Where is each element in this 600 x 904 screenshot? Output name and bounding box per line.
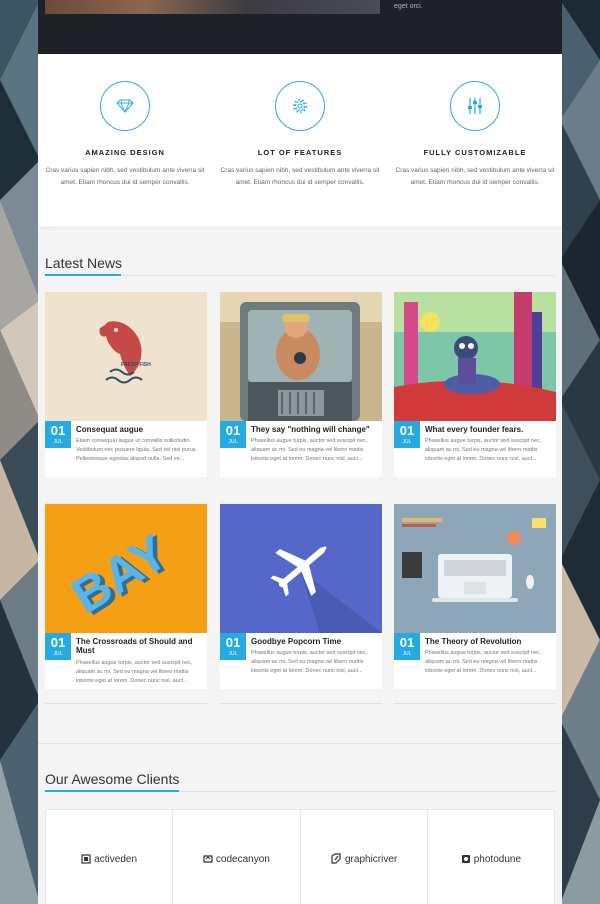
feature-text: Cras varius sapien nibh, sed vestibulum … bbox=[220, 167, 380, 186]
news-title[interactable]: They say "nothing will change" bbox=[251, 425, 379, 434]
news-card[interactable]: FRESH FISH 01 JUL Consequat augue Etiam … bbox=[45, 292, 207, 477]
client-name: photodune bbox=[473, 853, 522, 865]
date-month: JUL bbox=[53, 439, 63, 445]
card-divider bbox=[45, 703, 207, 704]
news-thumbnail-airplane[interactable] bbox=[220, 504, 382, 633]
feature-icon-circle bbox=[275, 81, 325, 131]
feature-text: Cras varius sapien nibh, sed vestibulum … bbox=[45, 167, 205, 186]
feature-icon-circle bbox=[450, 81, 500, 131]
date-month: JUL bbox=[228, 651, 238, 657]
gear-icon bbox=[293, 99, 307, 113]
news-card[interactable]: 01 JUL Goodbye Popcorn Time Phasellus au… bbox=[220, 504, 382, 689]
news-card[interactable]: 01 JUL The Theory of Revolution Phasellu… bbox=[394, 504, 556, 689]
date-day: 01 bbox=[225, 635, 241, 650]
bay-letters-illustration: BAY BAY bbox=[45, 504, 207, 633]
client-name: activeden bbox=[94, 853, 138, 865]
workspace-laptop-illustration bbox=[394, 504, 556, 633]
news-title[interactable]: What every founder fears. bbox=[425, 425, 553, 434]
section-title-news: Latest News bbox=[45, 255, 123, 271]
client-logo-photodune[interactable]: photodune bbox=[428, 810, 554, 904]
fresh-fish-label: FRESH FISH bbox=[121, 362, 151, 368]
photodune-logo-icon bbox=[461, 855, 470, 863]
news-title[interactable]: The Crossroads of Should and Must bbox=[76, 637, 204, 655]
client-logo-activeden[interactable]: activeden bbox=[46, 810, 174, 904]
feature-title: AMAZING DESIGN bbox=[85, 148, 165, 157]
codecanyon-logo-icon bbox=[203, 855, 213, 863]
hero-caption: eget orci. bbox=[394, 3, 423, 10]
news-date-badge: 01 JUL bbox=[220, 633, 246, 660]
activeden-logo-icon bbox=[81, 854, 91, 864]
news-thumbnail-workspace[interactable] bbox=[394, 504, 556, 633]
card-divider bbox=[394, 703, 556, 704]
news-thumbnail-forest[interactable] bbox=[394, 292, 556, 421]
news-card[interactable]: BAY BAY 01 JUL The Crossroads of Should … bbox=[45, 504, 207, 689]
sliders-icon bbox=[468, 98, 482, 114]
news-date-badge: 01 JUL bbox=[220, 421, 246, 448]
news-thumbnail-fresh-fish[interactable]: FRESH FISH bbox=[45, 292, 207, 421]
news-date-badge: 01 JUL bbox=[45, 633, 71, 660]
news-date-badge: 01 JUL bbox=[45, 421, 71, 448]
section-divider bbox=[45, 274, 555, 276]
date-day: 01 bbox=[50, 635, 66, 650]
date-day: 01 bbox=[399, 423, 415, 438]
client-name: graphicriver bbox=[345, 853, 398, 865]
news-excerpt: Etiam consequat augue ut convallis solli… bbox=[76, 438, 198, 462]
forest-character-illustration bbox=[394, 292, 556, 421]
date-day: 01 bbox=[50, 423, 66, 438]
client-logo-graphicriver[interactable]: graphicriver bbox=[301, 810, 428, 904]
clients-grid: activeden codecanyon graphicriver photod… bbox=[45, 809, 555, 904]
hero-banner: eget orci. bbox=[38, 0, 562, 54]
truck-driver-illustration bbox=[220, 292, 382, 421]
news-excerpt: Phasellus augue turpis, auctor sed susci… bbox=[251, 438, 368, 462]
feature-icon-circle bbox=[100, 81, 150, 131]
latest-news-section: Latest News FRESH FISH 01 JUL Consequat … bbox=[38, 228, 562, 744]
date-month: JUL bbox=[228, 439, 238, 445]
client-name: codecanyon bbox=[215, 853, 270, 865]
news-excerpt: Phasellus augue turpis, auctor sed susci… bbox=[425, 438, 542, 462]
news-title[interactable]: Goodbye Popcorn Time bbox=[251, 637, 379, 646]
news-title[interactable]: Consequat augue bbox=[76, 425, 204, 434]
news-excerpt: Phasellus augue turpis, auctor sed susci… bbox=[425, 650, 542, 674]
features-section: AMAZING DESIGN Cras varius sapien nibh, … bbox=[38, 54, 562, 228]
feature-title: LOT OF FEATURES bbox=[257, 148, 343, 157]
fish-illustration: FRESH FISH bbox=[99, 321, 151, 384]
news-date-badge: 01 JUL bbox=[394, 633, 420, 660]
clients-section: Our Awesome Clients activeden codecanyon bbox=[38, 744, 562, 904]
news-excerpt: Phasellus augue turpis, auctor sed susci… bbox=[251, 650, 368, 674]
news-thumbnail-bay[interactable]: BAY BAY bbox=[45, 504, 207, 633]
client-logo-codecanyon[interactable]: codecanyon bbox=[173, 810, 301, 904]
card-divider bbox=[220, 703, 382, 704]
date-month: JUL bbox=[402, 439, 412, 445]
date-month: JUL bbox=[402, 651, 412, 657]
airplane-icon bbox=[220, 504, 382, 633]
date-month: JUL bbox=[53, 651, 63, 657]
feature-text: Cras varius sapien nibh, sed vestibulum … bbox=[395, 167, 555, 186]
diamond-icon bbox=[116, 99, 134, 113]
news-thumbnail-truck[interactable] bbox=[220, 292, 382, 421]
news-title[interactable]: The Theory of Revolution bbox=[425, 637, 553, 646]
news-card[interactable]: 01 JUL They say "nothing will change" Ph… bbox=[220, 292, 382, 477]
news-card[interactable]: 01 JUL What every founder fears. Phasell… bbox=[394, 292, 556, 477]
section-divider bbox=[45, 790, 555, 792]
news-date-badge: 01 JUL bbox=[394, 421, 420, 448]
section-title-clients: Our Awesome Clients bbox=[45, 771, 180, 787]
graphicriver-logo-icon bbox=[331, 853, 341, 864]
feature-title: FULLY CUSTOMIZABLE bbox=[423, 148, 527, 157]
date-day: 01 bbox=[399, 635, 415, 650]
date-day: 01 bbox=[225, 423, 241, 438]
news-excerpt: Phasellus augue turpis, auctor sed susci… bbox=[76, 660, 193, 684]
hero-image bbox=[45, 0, 380, 14]
page-container: eget orci. AMAZING DESIGN Cras varius sa… bbox=[38, 0, 562, 904]
